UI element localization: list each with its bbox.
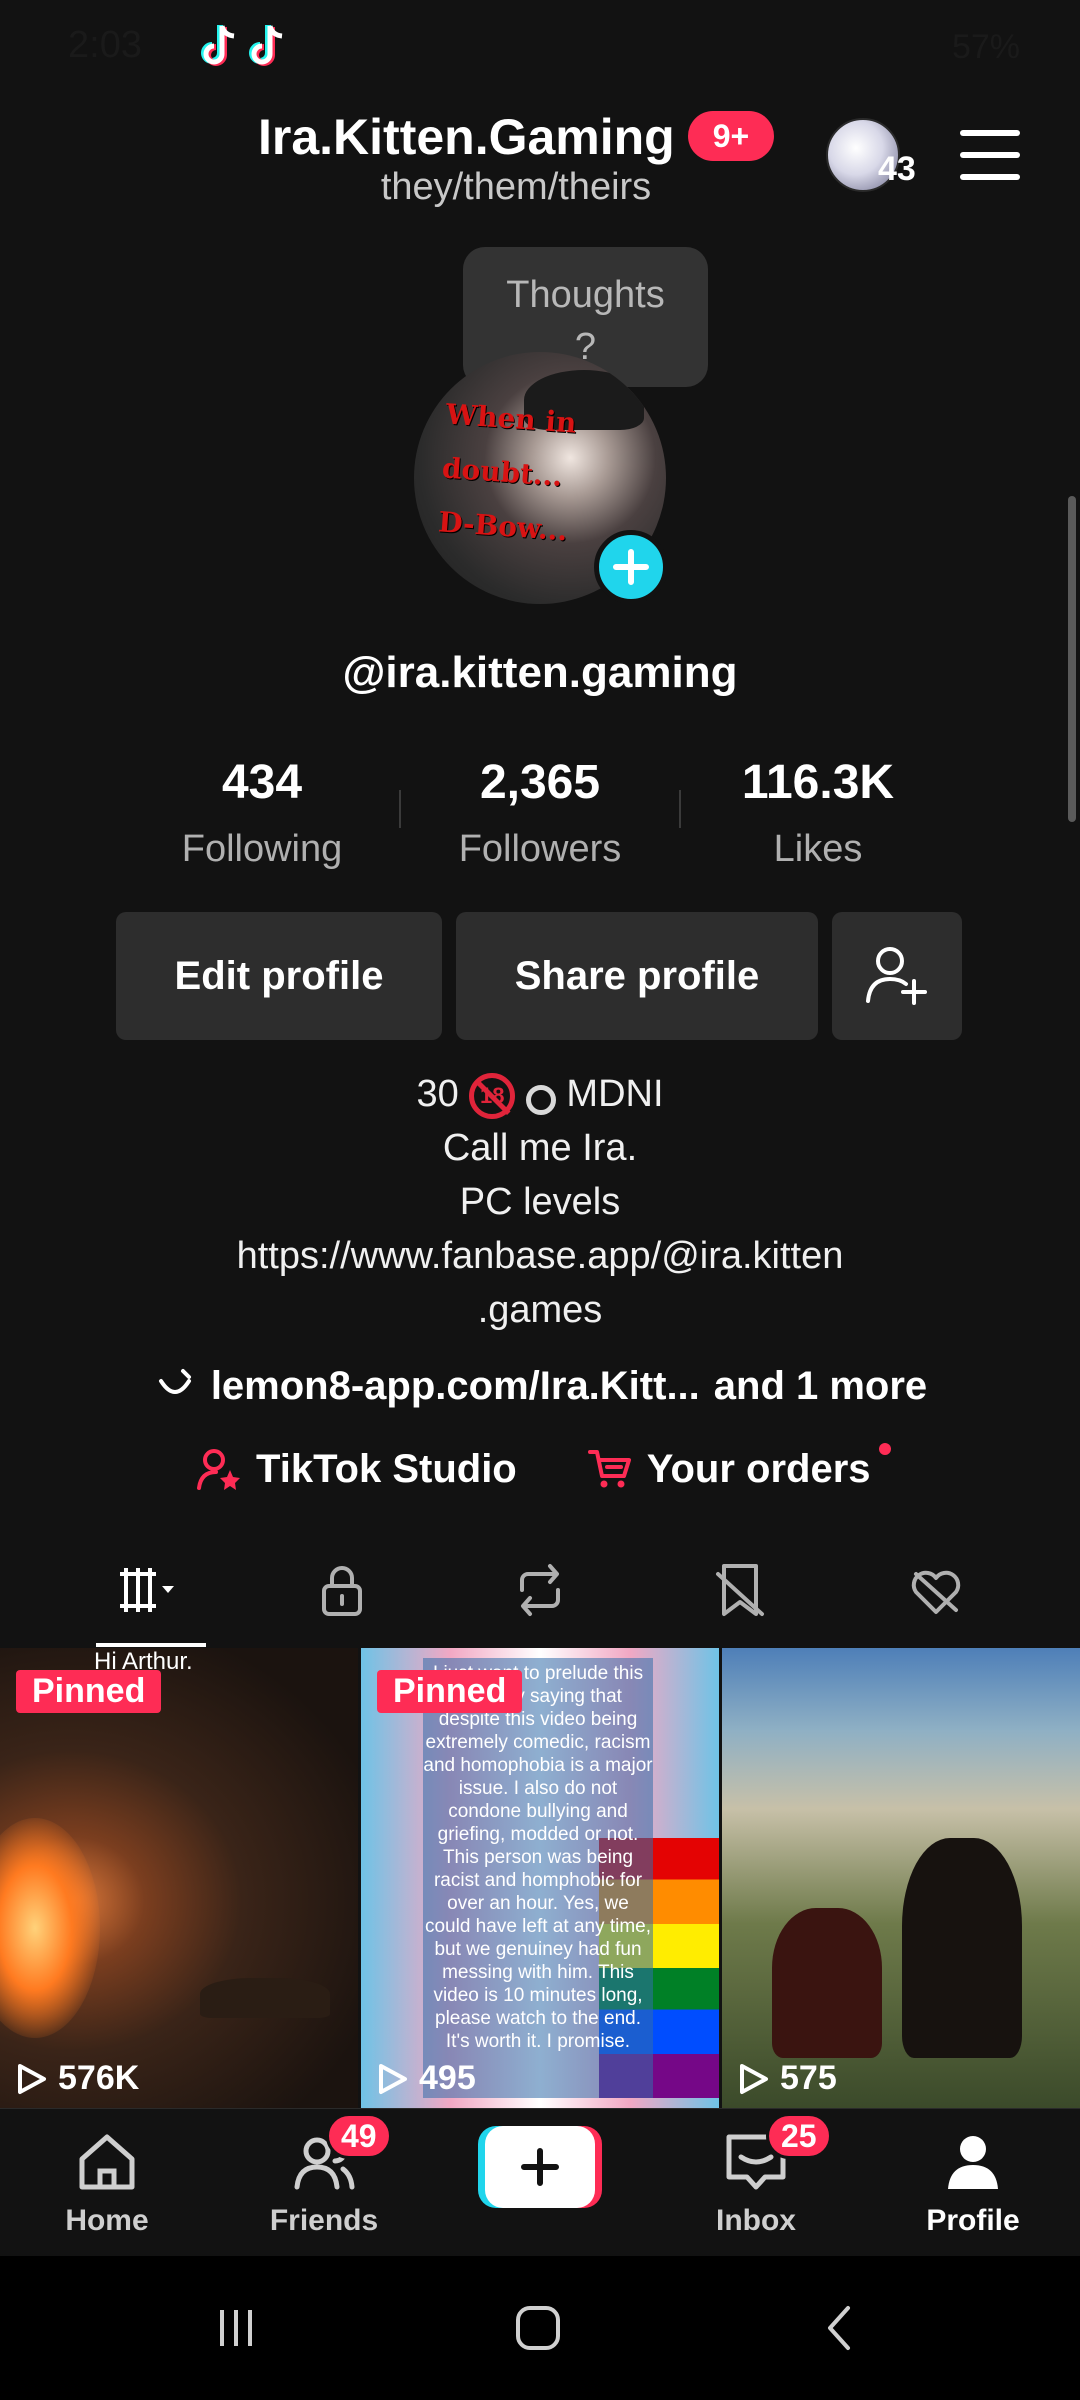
username: @ira.kitten.gaming [342, 648, 738, 697]
scene-figure [902, 1838, 1022, 2058]
tiktok-notification-icon [201, 25, 235, 66]
view-count: 495 [375, 2059, 476, 2098]
inbox-badge: 25 [766, 2113, 832, 2159]
primary-link[interactable]: lemon8-app.com/Ira.Kitt... [211, 1364, 700, 1409]
profile-icon [948, 2136, 998, 2189]
cart-icon [587, 1450, 631, 1488]
view-count-value: 575 [780, 2059, 837, 2097]
view-count-value: 576K [58, 2059, 140, 2097]
nav-label: Home [65, 2204, 149, 2237]
battery-level: 57% [951, 28, 1020, 66]
profile-links[interactable]: lemon8-app.com/Ira.Kitt... and 1 more [0, 1364, 1080, 1409]
pinned-badge: Pinned [16, 1670, 162, 1713]
studio-label: TikTok Studio [256, 1446, 517, 1491]
tiktok-notification-icon [249, 25, 283, 66]
tab-liked[interactable] [896, 1555, 976, 1625]
bio-line-2: Call me Ira. [442, 1127, 638, 1169]
stat-label: Likes [773, 828, 863, 870]
lock-icon [322, 1566, 362, 1616]
more-links[interactable]: and 1 more [714, 1364, 927, 1409]
bio-line-5[interactable]: .games [0, 1283, 1080, 1337]
share-profile-button[interactable]: Share profile [456, 912, 818, 1040]
campfire [0, 1818, 100, 2038]
content-tabs [0, 1555, 1080, 1645]
bio: 30 18 MDNI Call me Ira. PC levels https:… [0, 1067, 1080, 1337]
hamburger-menu-icon[interactable] [960, 130, 1020, 180]
tab-reposts[interactable] [500, 1555, 580, 1625]
tab-favorites[interactable] [700, 1555, 780, 1625]
add-friend-icon [866, 947, 927, 1005]
display-name[interactable]: Ira.Kitten.Gaming [258, 108, 675, 166]
account-switch-badge[interactable]: 9+ [688, 111, 774, 161]
bookmark-icon [716, 1564, 764, 1616]
creator-tools: TikTok Studio Your orders [196, 1443, 891, 1492]
stat-label: Followers [458, 828, 622, 870]
stat-divider [679, 790, 681, 828]
stat-value: 116.3K [741, 756, 895, 809]
stat-following[interactable]: 434 Following [142, 755, 382, 871]
active-tab-indicator [96, 1643, 206, 1647]
stat-likes[interactable]: 116.3K Likes [698, 755, 938, 871]
scene-figure [772, 1908, 882, 2058]
repost-icon [520, 1564, 560, 1616]
plus-icon[interactable] [594, 530, 668, 604]
avatar-overlay-text: When in doubt... D-Bow... [437, 397, 578, 548]
back-icon[interactable] [800, 2296, 880, 2360]
scene-shadow [200, 1978, 330, 2018]
stat-value: 434 [221, 756, 303, 809]
add-friend-button[interactable] [832, 912, 962, 1040]
video-thumbnail[interactable]: 575 [722, 1648, 1080, 2108]
bio-line-4[interactable]: https://www.fanbase.app/@ira.kitten [0, 1229, 1080, 1283]
video-thumbnail[interactable]: I just want to prelude this video by say… [361, 1648, 719, 2108]
tab-videos[interactable] [106, 1555, 186, 1625]
edit-profile-button[interactable]: Edit profile [116, 912, 442, 1040]
notification-icons [200, 24, 288, 70]
create-plus-icon[interactable] [478, 2126, 602, 2208]
play-icon [379, 2063, 407, 2094]
video-overlay-text: I just want to prelude this video by say… [423, 1658, 653, 2098]
bio-age: 30 [416, 1073, 459, 1115]
bio-line-3: PC levels [459, 1181, 621, 1223]
heart-icon [911, 1570, 961, 1614]
view-count: 576K [14, 2059, 139, 2098]
videos-grid-icon [120, 1568, 174, 1612]
pinned-badge: Pinned [377, 1670, 523, 1713]
recent-apps-icon[interactable] [196, 2296, 276, 2360]
system-navigation-bar [0, 2256, 1080, 2400]
stat-followers[interactable]: 2,365 Followers [420, 755, 660, 871]
play-icon [740, 2063, 768, 2094]
orders-notification-dot [878, 1443, 891, 1455]
lemon8-icon [158, 1368, 191, 1394]
stat-value: 2,365 [479, 756, 601, 809]
home-icon [79, 2134, 135, 2190]
no-under-18-icon: 18 [469, 1072, 516, 1119]
scrollbar[interactable] [1068, 496, 1076, 822]
profile-views-count[interactable]: 43 [878, 150, 916, 189]
video-thumbnail[interactable]: Hi Arthur. Pinned 576K [0, 1648, 358, 2108]
status-bar: 2:03 57% [0, 0, 1080, 95]
play-icon [18, 2063, 46, 2094]
nav-home[interactable]: Home [27, 2127, 187, 2238]
stat-divider [399, 790, 401, 828]
tiktok-studio-link[interactable]: TikTok Studio [196, 1446, 517, 1492]
friends-badge: 49 [326, 2113, 392, 2159]
nav-label: Inbox [716, 2204, 796, 2237]
view-count: 575 [736, 2059, 837, 2098]
tab-private[interactable] [302, 1555, 382, 1625]
your-orders-link[interactable]: Your orders [587, 1443, 891, 1492]
view-count-value: 495 [419, 2059, 476, 2097]
nav-profile[interactable]: Profile [893, 2127, 1053, 2238]
stat-label: Following [181, 828, 343, 870]
home-button-icon[interactable] [498, 2296, 578, 2360]
status-time: 2:03 [68, 24, 142, 66]
nav-label: Friends [269, 2204, 379, 2237]
orders-label: Your orders [646, 1446, 871, 1491]
ring-icon [525, 1084, 556, 1115]
bio-line-1: 30 18 MDNI [0, 1067, 1080, 1121]
studio-icon [197, 1449, 240, 1490]
nav-label: Profile [926, 2204, 1020, 2237]
bio-tag: MDNI [566, 1073, 664, 1115]
